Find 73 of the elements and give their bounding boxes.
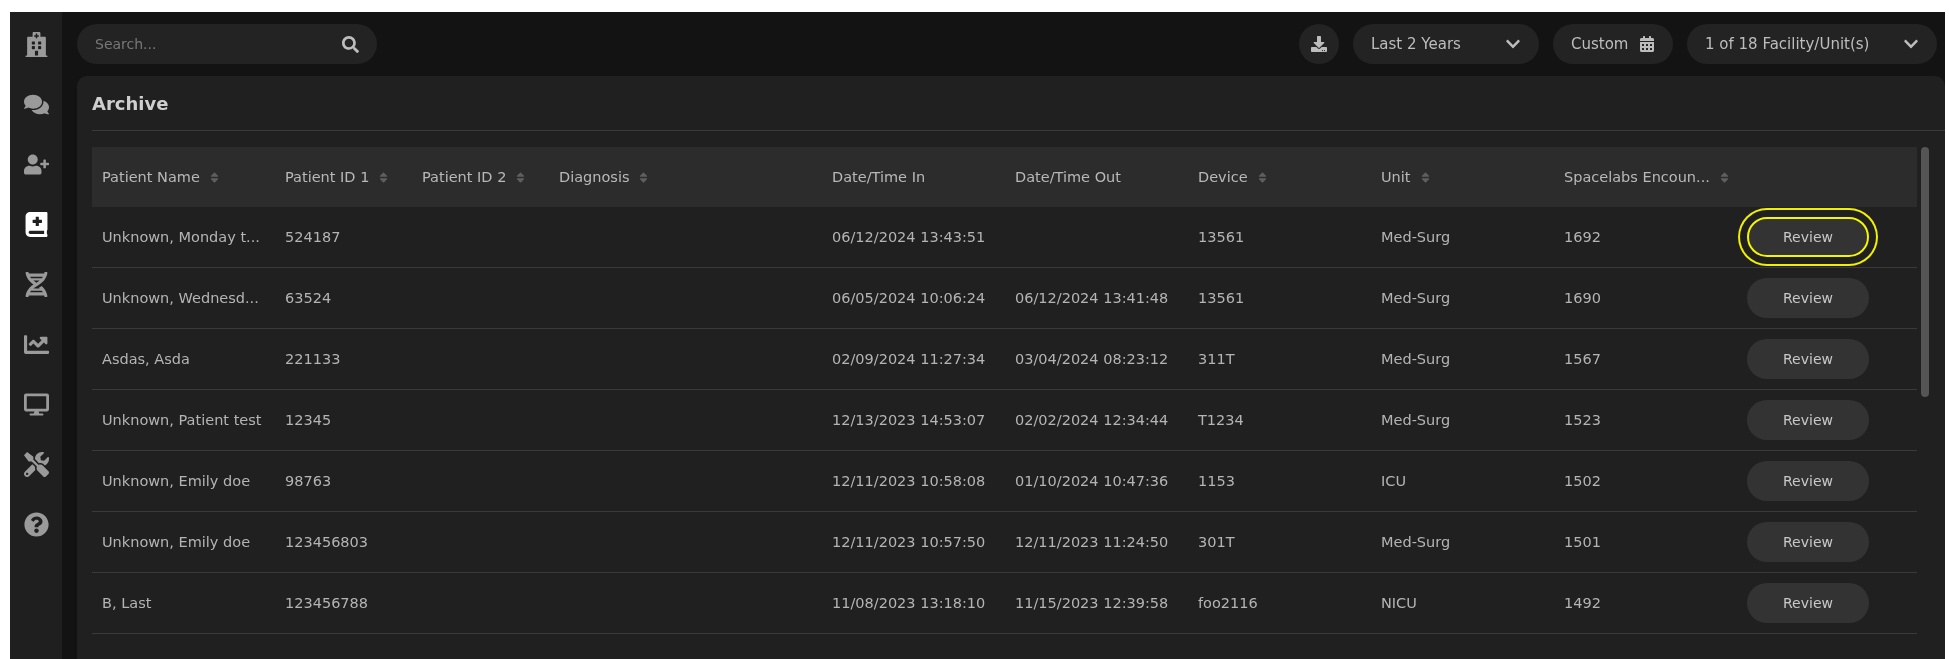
table-cell: Unknown, Emily doe	[102, 534, 251, 550]
column-header[interactable]: Device	[1188, 147, 1371, 207]
download-button[interactable]	[1299, 24, 1339, 64]
table-cell: 1502	[1564, 473, 1601, 489]
table-cell: 1692	[1564, 229, 1601, 245]
table-cell: 301T	[1198, 534, 1235, 550]
table-cell: Unknown, Monday t...	[102, 229, 260, 245]
column-header[interactable]: Patient Name	[92, 147, 275, 207]
review-button[interactable]: Review	[1747, 583, 1869, 623]
table-cell: Med-Surg	[1381, 351, 1451, 367]
column-header: Date/Time In	[822, 147, 1005, 207]
table-cell: 524187	[285, 229, 341, 245]
table-cell: 12/11/2023 10:58:08	[832, 473, 986, 489]
table-cell: 01/10/2024 10:47:36	[1015, 473, 1169, 489]
table-cell: 221133	[285, 351, 341, 367]
table-cell: 12/11/2023 11:24:50	[1015, 534, 1169, 550]
column-header[interactable]: Patient ID 2	[412, 147, 549, 207]
table-cell: 13561	[1198, 229, 1245, 245]
column-header[interactable]: Unit	[1371, 147, 1554, 207]
review-button[interactable]: Review	[1747, 278, 1869, 318]
table-cell: Med-Surg	[1381, 534, 1451, 550]
table-cell: ICU	[1381, 473, 1406, 489]
table-cell: 06/12/2024 13:43:51	[832, 229, 986, 245]
table-cell: 11/15/2023 12:39:58	[1015, 595, 1169, 611]
table-cell: 63524	[285, 290, 332, 306]
review-button[interactable]: Review	[1747, 461, 1869, 501]
table-cell: 1153	[1198, 473, 1235, 489]
facility-dropdown[interactable]: 1 of 18 Facility/Unit(s)	[1687, 24, 1937, 64]
column-header[interactable]: Patient ID 1	[275, 147, 412, 207]
table-cell: Asdas, Asda	[102, 351, 190, 367]
table-cell: 311T	[1198, 351, 1235, 367]
table-cell: 06/12/2024 13:41:48	[1015, 290, 1169, 306]
table-cell: 1501	[1564, 534, 1601, 550]
review-button[interactable]: Review	[1747, 400, 1869, 440]
review-button[interactable]: Review	[1747, 522, 1869, 562]
table-cell: 13561	[1198, 290, 1245, 306]
search-icon	[342, 36, 359, 53]
table-cell: 1567	[1564, 351, 1601, 367]
table-cell: foo2116	[1198, 595, 1258, 611]
table-cell: 123456788	[285, 595, 369, 611]
table-cell: B, Last	[102, 595, 152, 611]
review-button[interactable]: Review	[1747, 339, 1869, 379]
search-field[interactable]: Search...	[77, 24, 377, 64]
table-cell: 12345	[285, 412, 332, 428]
column-header[interactable]: Diagnosis	[549, 147, 822, 207]
table-cell: 123456803	[285, 534, 369, 550]
table-cell: 02/02/2024 12:34:44	[1015, 412, 1169, 428]
column-header[interactable]: Spacelabs Encoun...	[1554, 147, 1737, 207]
table-cell: Med-Surg	[1381, 290, 1451, 306]
table-cell: Unknown, Patient test	[102, 412, 262, 428]
range-dropdown[interactable]: Last 2 Years	[1353, 24, 1539, 64]
table-cell: 11/08/2023 13:18:10	[832, 595, 986, 611]
column-header: Date/Time Out	[1005, 147, 1188, 207]
panel-title: Archive	[92, 76, 1945, 131]
table-cell: T1234	[1198, 412, 1244, 428]
table-cell: 1523	[1564, 412, 1601, 428]
table-cell: 12/13/2023 14:53:07	[832, 412, 986, 428]
table-cell: Med-Surg	[1381, 229, 1451, 245]
table-cell: 06/05/2024 10:06:24	[832, 290, 986, 306]
table-cell: 12/11/2023 10:57:50	[832, 534, 986, 550]
custom-button[interactable]: Custom	[1553, 24, 1673, 64]
download-icon	[1311, 36, 1327, 52]
table-cell: 1690	[1564, 290, 1601, 306]
table-cell: 98763	[285, 473, 332, 489]
table-cell: 02/09/2024 11:27:34	[832, 351, 986, 367]
scrollbar[interactable]	[1921, 147, 1929, 397]
table-cell: Med-Surg	[1381, 412, 1451, 428]
table-cell: Unknown, Wednesd...	[102, 290, 259, 306]
table-cell: Unknown, Emily doe	[102, 473, 251, 489]
table-cell: 1492	[1564, 595, 1601, 611]
table-cell: 03/04/2024 08:23:12	[1015, 351, 1169, 367]
table-cell: NICU	[1381, 595, 1417, 611]
calendar-icon	[1639, 36, 1655, 52]
